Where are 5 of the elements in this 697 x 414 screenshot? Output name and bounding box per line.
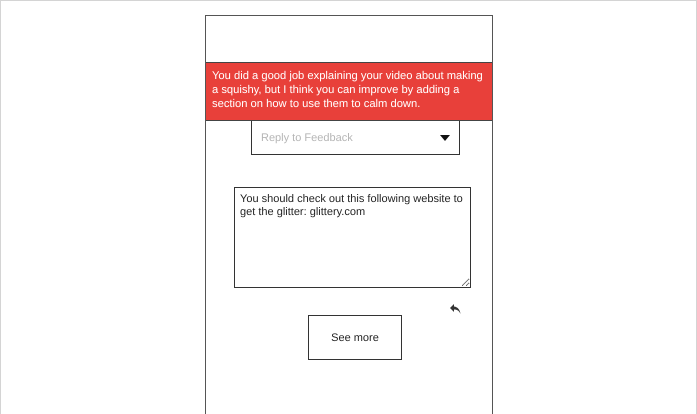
- feedback-message: You did a good job explaining your video about making a squishy, but I think you can improve by adding a section on how to use them to calm down.: [206, 62, 492, 121]
- reply-arrow-icon[interactable]: [450, 304, 461, 314]
- reply-text-field[interactable]: You should check out this following website to get the glitter: glittery.com: [234, 187, 471, 288]
- caret-icon: [440, 134, 450, 140]
- see-more-button[interactable]: See more: [308, 315, 402, 360]
